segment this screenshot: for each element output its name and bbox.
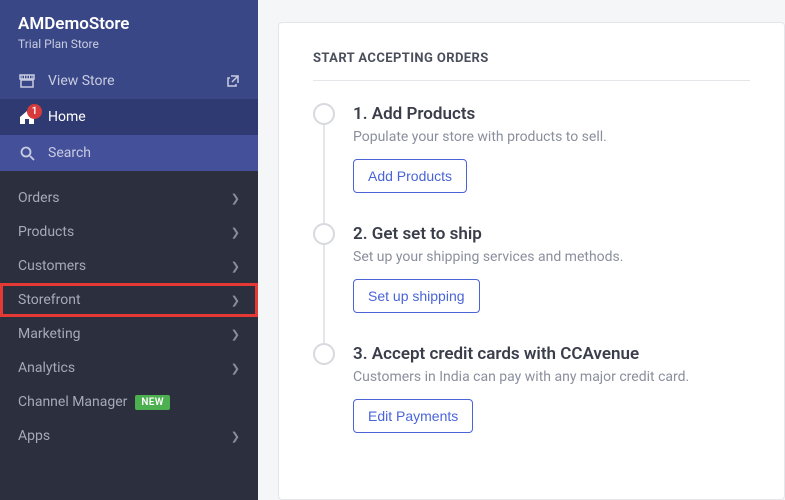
step-content: 3. Accept credit cards with CCAvenue Cus… bbox=[353, 343, 750, 433]
sidebar-item-label: Channel Manager bbox=[18, 394, 127, 410]
chevron-right-icon: ❯ bbox=[231, 226, 240, 239]
sidebar-top: View Store 1 Home Search bbox=[0, 63, 258, 171]
sidebar-item-label: Marketing bbox=[18, 326, 81, 342]
divider bbox=[313, 80, 750, 81]
step-desc: Set up your shipping services and method… bbox=[353, 249, 750, 265]
step-title: 3. Accept credit cards with CCAvenue bbox=[353, 344, 750, 364]
step-title: 1. Add Products bbox=[353, 104, 750, 124]
chevron-right-icon: ❯ bbox=[231, 362, 240, 375]
new-badge: NEW bbox=[135, 395, 169, 410]
sidebar-item-label: Analytics bbox=[18, 360, 75, 376]
store-icon bbox=[18, 74, 36, 88]
chevron-right-icon: ❯ bbox=[231, 328, 240, 341]
sidebar-item-view-store[interactable]: View Store bbox=[0, 63, 258, 99]
sidebar-nav: Orders ❯ Products ❯ Customers ❯ Storefro… bbox=[0, 171, 258, 453]
sidebar-item-label: Products bbox=[18, 224, 74, 240]
main-content: START ACCEPTING ORDERS 1. Add Products P… bbox=[258, 0, 785, 500]
step-item: 3. Accept credit cards with CCAvenue Cus… bbox=[313, 343, 750, 433]
card-title: START ACCEPTING ORDERS bbox=[313, 51, 750, 66]
step-item: 2. Get set to ship Set up your shipping … bbox=[313, 223, 750, 313]
store-plan: Trial Plan Store bbox=[18, 37, 240, 51]
sidebar-item-channel-manager[interactable]: Channel Manager NEW bbox=[0, 385, 258, 419]
chevron-right-icon: ❯ bbox=[231, 260, 240, 273]
add-products-button[interactable]: Add Products bbox=[353, 159, 467, 193]
chevron-right-icon: ❯ bbox=[231, 192, 240, 205]
step-marker bbox=[313, 103, 335, 125]
step-title: 2. Get set to ship bbox=[353, 224, 750, 244]
sidebar-item-home[interactable]: 1 Home bbox=[0, 99, 258, 135]
sidebar-item-label: Customers bbox=[18, 258, 86, 274]
step-marker bbox=[313, 343, 335, 365]
step-desc: Populate your store with products to sel… bbox=[353, 129, 750, 145]
steps-list: 1. Add Products Populate your store with… bbox=[313, 103, 750, 433]
sidebar-item-label: Search bbox=[48, 145, 91, 161]
sidebar-item-label: Orders bbox=[18, 190, 60, 206]
step-item: 1. Add Products Populate your store with… bbox=[313, 103, 750, 193]
sidebar-item-products[interactable]: Products ❯ bbox=[0, 215, 258, 249]
store-name: AMDemoStore bbox=[18, 14, 240, 34]
sidebar: AMDemoStore Trial Plan Store View Store … bbox=[0, 0, 258, 500]
chevron-right-icon: ❯ bbox=[231, 430, 240, 443]
external-link-icon bbox=[226, 74, 240, 88]
onboarding-card: START ACCEPTING ORDERS 1. Add Products P… bbox=[278, 22, 785, 500]
step-content: 1. Add Products Populate your store with… bbox=[353, 103, 750, 193]
set-up-shipping-button[interactable]: Set up shipping bbox=[353, 279, 480, 313]
sidebar-item-marketing[interactable]: Marketing ❯ bbox=[0, 317, 258, 351]
sidebar-item-search[interactable]: Search bbox=[0, 135, 258, 171]
search-icon bbox=[18, 146, 36, 161]
home-badge: 1 bbox=[27, 104, 42, 119]
chevron-right-icon: ❯ bbox=[231, 294, 240, 307]
sidebar-item-label: View Store bbox=[48, 73, 115, 89]
sidebar-item-label: Apps bbox=[18, 428, 50, 444]
sidebar-item-analytics[interactable]: Analytics ❯ bbox=[0, 351, 258, 385]
step-line bbox=[323, 125, 325, 223]
step-content: 2. Get set to ship Set up your shipping … bbox=[353, 223, 750, 313]
sidebar-item-label: Storefront bbox=[18, 292, 81, 308]
step-marker bbox=[313, 223, 335, 245]
sidebar-item-storefront[interactable]: Storefront ❯ bbox=[0, 283, 258, 317]
step-line bbox=[323, 245, 325, 343]
sidebar-item-customers[interactable]: Customers ❯ bbox=[0, 249, 258, 283]
sidebar-item-apps[interactable]: Apps ❯ bbox=[0, 419, 258, 453]
sidebar-header: AMDemoStore Trial Plan Store bbox=[0, 0, 258, 63]
sidebar-item-label: Home bbox=[48, 109, 86, 125]
step-desc: Customers in India can pay with any majo… bbox=[353, 369, 750, 385]
sidebar-item-orders[interactable]: Orders ❯ bbox=[0, 181, 258, 215]
edit-payments-button[interactable]: Edit Payments bbox=[353, 399, 473, 433]
